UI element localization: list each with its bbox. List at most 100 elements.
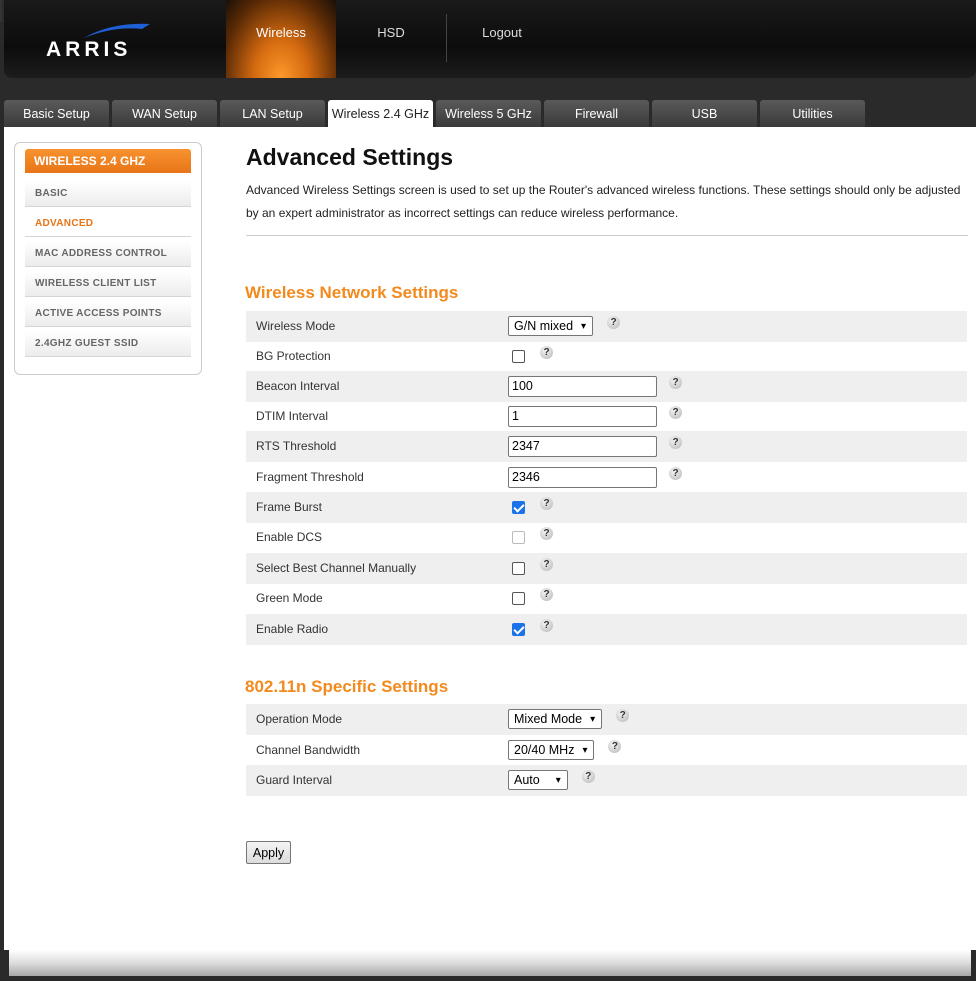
sidebar-item-mac-address-control[interactable]: MAC ADDRESS CONTROL	[25, 241, 191, 267]
help-icon[interactable]: ?	[540, 587, 553, 601]
footer-bar	[9, 950, 971, 976]
section-title-wireless: Wireless Network Settings	[245, 283, 459, 302]
help-icon[interactable]: ?	[608, 739, 622, 753]
help-icon[interactable]: ?	[540, 618, 553, 632]
row-fragment-threshold: Fragment Threshold 2346 ?	[246, 462, 967, 493]
select-value: G/N mixed	[514, 319, 574, 334]
bg-protection-checkbox[interactable]	[512, 349, 525, 363]
fragment-threshold-input[interactable]: 2346	[508, 466, 657, 488]
row-label: Enable DCS	[256, 530, 323, 545]
sidebar-item-advanced[interactable]: ADVANCED	[25, 211, 191, 237]
operation-mode-select[interactable]: Mixed Mode ▾	[508, 709, 603, 730]
content-panel: WIRELESS 2.4 GHZ BASIC ADVANCED MAC ADDR…	[4, 127, 976, 950]
sidebar-item-basic[interactable]: BASIC	[25, 181, 191, 207]
rts-threshold-input[interactable]: 2347	[508, 435, 657, 457]
row-label: Wireless Mode	[256, 319, 336, 334]
apply-button[interactable]: Apply	[246, 841, 291, 864]
row-select-best-channel: Select Best Channel Manually ?	[246, 553, 967, 584]
header: ARRIS Wireless HSD Logout	[4, 0, 976, 78]
divider	[246, 235, 968, 236]
tab-usb[interactable]: USB	[652, 100, 757, 127]
row-green-mode: Green Mode ?	[246, 583, 967, 614]
help-icon[interactable]: ?	[540, 557, 553, 571]
tab-wireless-5[interactable]: Wireless 5 GHz	[436, 100, 541, 127]
help-icon[interactable]: ?	[540, 345, 553, 359]
tab-basic-setup[interactable]: Basic Setup	[4, 100, 109, 127]
nav-wireless[interactable]: Wireless	[226, 0, 336, 78]
row-label: Frame Burst	[256, 500, 323, 515]
row-label: Operation Mode	[256, 712, 343, 727]
select-value: Mixed Mode	[514, 712, 583, 727]
tab-wireless-24[interactable]: Wireless 2.4 GHz	[328, 100, 433, 127]
row-rts-threshold: RTS Threshold 2347 ?	[246, 431, 967, 462]
page-title: Advanced Settings	[246, 144, 454, 170]
select-value: Auto	[514, 773, 540, 788]
dtim-interval-input[interactable]: 1	[508, 405, 657, 427]
chevron-down-icon: ▾	[581, 320, 587, 332]
sidebar-item-active-access-points[interactable]: ACTIVE ACCESS POINTS	[25, 301, 191, 327]
section-title-80211n: 802.11n Specific Settings	[245, 677, 449, 696]
row-enable-dcs: Enable DCS ?	[246, 522, 967, 553]
guard-interval-select[interactable]: Auto ▾	[508, 770, 568, 791]
sidebar-item-guest-ssid[interactable]: 2.4GHZ GUEST SSID	[25, 331, 191, 357]
row-label: Guard Interval	[256, 773, 333, 788]
row-frame-burst: Frame Burst ?	[246, 492, 967, 523]
control-wrap: 20/40 MHz ▾ ?	[508, 735, 622, 766]
nav-logout[interactable]: Logout	[447, 0, 557, 78]
logo-swoosh-icon	[84, 23, 150, 38]
help-icon[interactable]: ?	[581, 769, 595, 783]
row-beacon-interval: Beacon Interval 100 ?	[246, 371, 967, 402]
channel-bandwidth-select[interactable]: 20/40 MHz ▾	[508, 740, 595, 761]
row-label: BG Protection	[256, 349, 331, 364]
chevron-down-icon: ▾	[555, 774, 561, 786]
control-wrap: 1 ?	[508, 401, 682, 432]
row-bg-protection: BG Protection ?	[246, 341, 967, 372]
tab-firewall[interactable]: Firewall	[544, 100, 649, 127]
tab-wan-setup[interactable]: WAN Setup	[112, 100, 217, 127]
chevron-down-icon: ▾	[582, 744, 588, 756]
control-wrap: Auto ▾ ?	[508, 765, 595, 796]
row-label: DTIM Interval	[256, 409, 329, 424]
row-wireless-mode: Wireless Mode G/N mixed ▾ ?	[246, 311, 967, 342]
help-icon[interactable]: ?	[669, 466, 682, 480]
sidebar: WIRELESS 2.4 GHZ BASIC ADVANCED MAC ADDR…	[14, 142, 202, 375]
chevron-down-icon: ▾	[590, 713, 596, 725]
beacon-interval-input[interactable]: 100	[508, 375, 657, 397]
nav-hsd[interactable]: HSD	[336, 0, 446, 78]
row-enable-radio: Enable Radio ?	[246, 614, 967, 645]
help-icon[interactable]: ?	[540, 496, 553, 510]
control-wrap: ?	[508, 553, 553, 584]
logo-text: ARRIS	[46, 38, 132, 61]
top-nav: Wireless HSD Logout	[226, 0, 557, 78]
control-wrap: ?	[508, 341, 553, 372]
control-wrap: 2346 ?	[508, 462, 682, 493]
tab-utilities[interactable]: Utilities	[760, 100, 865, 127]
control-wrap: ?	[508, 583, 553, 614]
frame-burst-checkbox[interactable]	[512, 500, 525, 514]
control-wrap: Mixed Mode ▾ ?	[508, 704, 630, 735]
help-icon[interactable]: ?	[616, 708, 630, 722]
help-icon[interactable]: ?	[669, 435, 682, 449]
tab-bar: Basic Setup WAN Setup LAN Setup Wireless…	[4, 100, 865, 127]
help-icon[interactable]: ?	[607, 315, 621, 329]
row-label: Select Best Channel Manually	[256, 561, 417, 576]
row-label: Fragment Threshold	[256, 470, 364, 485]
row-label: Beacon Interval	[256, 379, 340, 394]
row-label: Green Mode	[256, 591, 323, 606]
row-label: Channel Bandwidth	[256, 743, 361, 758]
control-wrap: 2347 ?	[508, 431, 682, 462]
wireless-mode-select[interactable]: G/N mixed ▾	[508, 316, 594, 337]
sidebar-item-wireless-client-list[interactable]: WIRELESS CLIENT LIST	[25, 271, 191, 297]
tab-lan-setup[interactable]: LAN Setup	[220, 100, 325, 127]
enable-radio-checkbox[interactable]	[512, 622, 525, 636]
select-value: 20/40 MHz	[514, 743, 575, 758]
arris-logo: ARRIS	[42, 22, 162, 62]
help-icon[interactable]: ?	[669, 375, 682, 389]
green-mode-checkbox[interactable]	[512, 591, 525, 605]
help-icon[interactable]: ?	[669, 405, 682, 419]
select-best-channel-checkbox[interactable]	[512, 561, 525, 575]
help-icon[interactable]: ?	[540, 526, 553, 540]
control-wrap: ?	[508, 614, 553, 645]
control-wrap: 100 ?	[508, 371, 682, 402]
row-channel-bandwidth: Channel Bandwidth 20/40 MHz ▾ ?	[246, 735, 967, 766]
